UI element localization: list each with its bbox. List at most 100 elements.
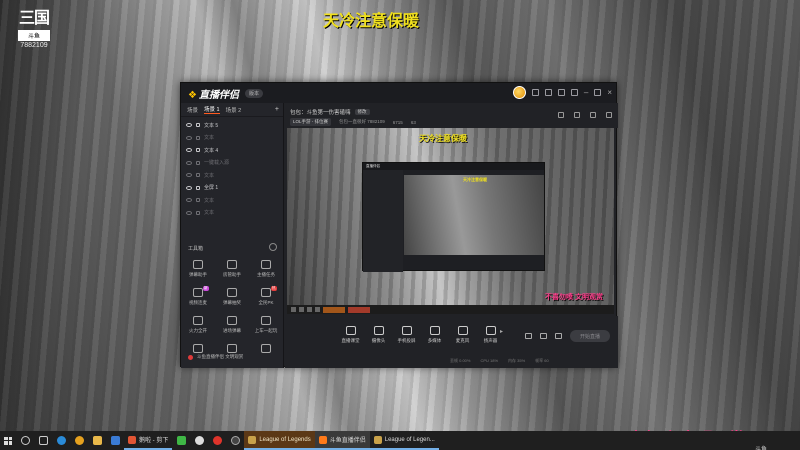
stream-preview[interactable]: 天冷注意保暖 直播伴侣 天冷注意保暖 不喜勿喷 文明观赏 [287, 128, 614, 314]
settings-icon[interactable] [540, 333, 547, 339]
maximize-icon[interactable] [594, 89, 602, 96]
start-icon [291, 307, 296, 312]
tool-enter[interactable]: 进场弹幕 [215, 316, 249, 340]
lol-icon [373, 435, 382, 444]
eye-icon[interactable] [186, 123, 192, 128]
message-icon[interactable] [531, 89, 539, 96]
tool-car[interactable]: 上车一起玩 [249, 316, 283, 340]
video-link-icon [193, 288, 203, 297]
eye-icon[interactable] [186, 160, 192, 165]
source-item[interactable]: 文本 [181, 169, 283, 182]
taskbar-label: 鹅啦 - 剪下 [139, 438, 169, 444]
taskbar-lol[interactable]: League of Legends [244, 431, 315, 450]
toolbox-settings-icon[interactable] [269, 243, 277, 251]
fans-count: 6715 [392, 119, 403, 125]
nested-banner: 天冷注意保暖 [463, 177, 487, 182]
source-item[interactable]: 文本 [181, 132, 283, 145]
source-item[interactable]: 文本 4 [181, 144, 283, 157]
search-button[interactable] [16, 431, 34, 450]
tool-label: 主播任务 [257, 272, 275, 277]
eye-icon[interactable] [186, 185, 192, 190]
source-item[interactable]: 文本 [181, 207, 283, 220]
g-app-button[interactable] [226, 431, 244, 450]
screen-button[interactable]: 直播课堂 [341, 326, 360, 344]
source-item[interactable]: 一键载入源 [181, 157, 283, 170]
eye-icon[interactable] [186, 173, 192, 178]
tool-admin[interactable]: 房管助手 [215, 260, 249, 284]
record-video-icon[interactable] [525, 333, 532, 339]
lock-icon[interactable] [196, 198, 200, 203]
chat-button[interactable] [190, 431, 208, 450]
wechat-button[interactable] [172, 431, 190, 450]
edit-title-button[interactable]: 修改 [354, 109, 370, 115]
red-app-button[interactable] [208, 431, 226, 450]
tool-video-link[interactable]: 视频连麦 新 [181, 286, 215, 312]
lock-icon[interactable] [196, 135, 200, 140]
share-icon[interactable] [558, 112, 564, 118]
tab-scenes[interactable]: 场景 [187, 106, 198, 114]
tool-danmu[interactable]: 弹幕助手 [181, 260, 215, 284]
camera-button[interactable]: 摄像头 [369, 326, 388, 344]
mobile-icon[interactable] [555, 333, 562, 339]
toolbox-title: 工具箱 [188, 246, 204, 252]
status-dot-icon [188, 354, 193, 360]
source-label: 一键载入源 [204, 160, 230, 167]
minimize-icon[interactable]: – [584, 88, 588, 97]
settings-icon[interactable] [557, 89, 565, 96]
eye-icon[interactable] [186, 210, 192, 215]
lock-icon[interactable] [196, 148, 200, 153]
source-item[interactable]: 文本 [181, 194, 283, 207]
tool-fire[interactable]: 火力全开 [181, 316, 215, 340]
add-scene-button[interactable]: + [275, 106, 279, 113]
phone-cast-button[interactable]: 手机投屏 [397, 326, 416, 344]
mic-button[interactable]: 麦克风 [453, 326, 472, 344]
settings-icon[interactable] [606, 112, 612, 118]
control-label: 手机投屏 [397, 338, 416, 343]
app-icon [315, 307, 320, 312]
volume-chevron-icon[interactable]: ▸ [500, 328, 503, 335]
eye-icon[interactable] [186, 135, 192, 140]
taskbar-pinned-app[interactable]: 鹅啦 - 剪下 [124, 431, 173, 450]
tool-more[interactable] [249, 344, 283, 368]
source-item[interactable]: 文本 5 [181, 119, 283, 132]
lock-icon[interactable] [196, 160, 200, 165]
lock-icon[interactable] [196, 210, 200, 215]
lock-icon[interactable] [196, 173, 200, 178]
version-badge[interactable]: 版本 [244, 88, 263, 98]
files-button[interactable] [88, 431, 106, 450]
eye-icon[interactable] [186, 148, 192, 153]
taskbar-douyu[interactable]: 斗鱼直播伴侣 [314, 431, 370, 450]
control-label: 扬声器 [483, 338, 498, 343]
header-icons [558, 112, 612, 118]
danmu-footer[interactable]: 斗鱼直播伴侣 文明观赏 [188, 354, 243, 360]
chrome-button[interactable] [70, 431, 88, 450]
source-item[interactable]: 全屏 1 [181, 182, 283, 195]
user-avatar[interactable] [512, 86, 526, 99]
tool-task[interactable]: 主播任务 [249, 260, 283, 284]
mail-button[interactable] [106, 431, 124, 450]
eye-icon[interactable] [186, 198, 192, 203]
media-button[interactable]: 多媒体 [425, 326, 444, 344]
lock-icon[interactable] [196, 123, 200, 128]
notice-icon[interactable] [590, 112, 596, 118]
stat-item: 丢帧 0.00% [450, 358, 471, 363]
tab-scene-2[interactable]: 场景 2 [226, 106, 242, 114]
speaker-button[interactable]: 扬声器 ▸ [481, 326, 503, 344]
menu-icon[interactable] [570, 89, 578, 96]
tool-pk[interactable]: 全民PK 热 [249, 286, 283, 312]
tool-lottery[interactable]: 弹幕抽奖 [215, 288, 249, 312]
taskbar-lol-2[interactable]: League of Legen... [369, 431, 439, 450]
close-icon[interactable]: × [607, 88, 612, 97]
gift-icon[interactable] [544, 89, 552, 96]
taskbar-label: 斗鱼直播伴侣 [329, 438, 366, 444]
app-icon [307, 307, 312, 312]
start-live-button[interactable]: 开始直播 [570, 330, 610, 342]
lock-icon[interactable] [196, 185, 200, 190]
start-button[interactable] [0, 431, 16, 450]
record-icon[interactable] [574, 112, 580, 118]
edge-button[interactable] [52, 431, 70, 450]
category-selector[interactable]: LOL手游 - 排位赛 [290, 118, 332, 126]
tab-scene-1[interactable]: 场景 1 [204, 105, 220, 114]
stat-item: 帧率 60 [535, 358, 549, 363]
task-view-button[interactable] [34, 431, 52, 450]
